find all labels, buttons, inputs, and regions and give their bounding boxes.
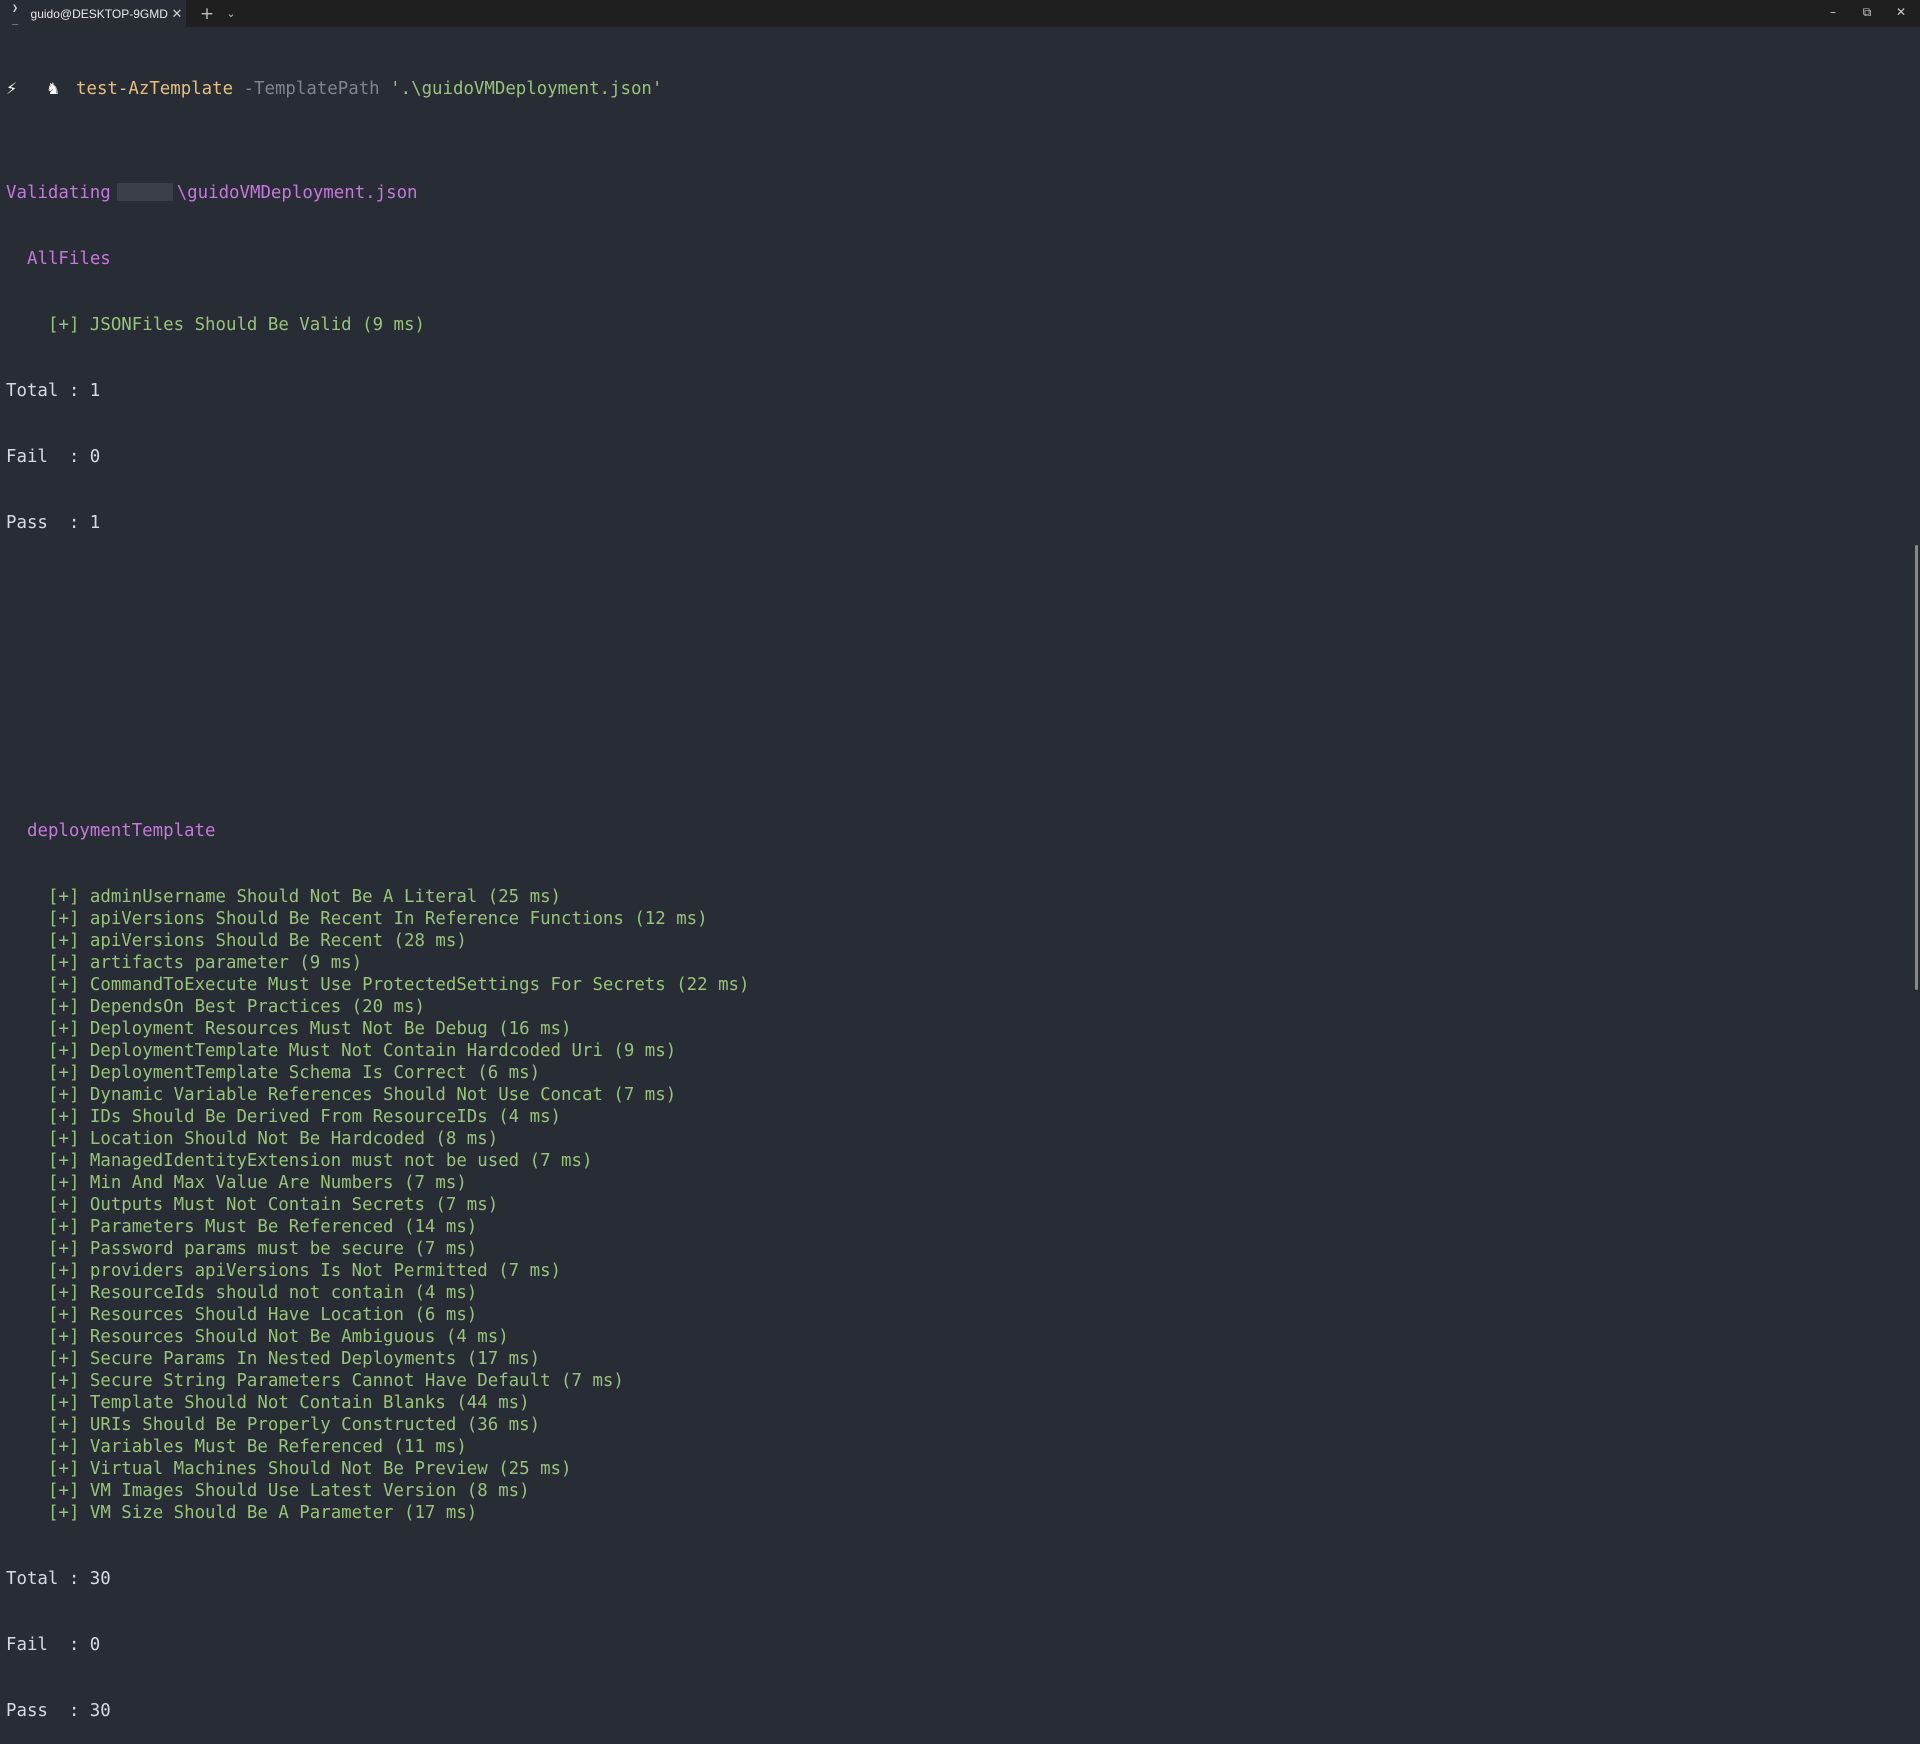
chevron-down-icon[interactable]: ⌄: [222, 3, 240, 25]
powershell-icon: ❯_: [12, 2, 19, 25]
group-deployment-template: deploymentTemplate: [27, 821, 216, 841]
validating-path: \guidoVMDeployment.json: [176, 183, 418, 203]
allfiles-pass: Pass : 1: [6, 513, 101, 533]
validating-line: Validating \guidoVMDeployment.json: [6, 182, 1906, 204]
bolt-icon: ⚡: [6, 79, 18, 98]
test-result-line: [+] adminUsername Should Not Be A Litera…: [48, 887, 562, 907]
test-result-line: [+] Location Should Not Be Hardcoded (8 …: [48, 1129, 499, 1149]
test-result-line: [+] Secure String Parameters Cannot Have…: [48, 1371, 624, 1391]
test-result-line: [+] Secure Params In Nested Deployments …: [48, 1349, 541, 1369]
new-tab-button[interactable]: +: [196, 3, 218, 25]
test-result-line: [+] IDs Should Be Derived From ResourceI…: [48, 1107, 562, 1127]
validating-label: Validating: [6, 183, 111, 203]
command-text: test-AzTemplate: [76, 79, 234, 99]
test-result-line: [+] Resources Should Not Be Ambiguous (4…: [48, 1327, 509, 1347]
allfiles-fail: Fail : 0: [6, 447, 101, 467]
tab-close-icon[interactable]: ✕: [168, 6, 186, 22]
allfiles-total: Total : 1: [6, 381, 101, 401]
test-result-line: [+] Password params must be secure (7 ms…: [48, 1239, 478, 1259]
deployment-total: Total : 30: [6, 1569, 111, 1589]
test-result-line: [+] Virtual Machines Should Not Be Previ…: [48, 1459, 572, 1479]
test-result-line: [+] ManagedIdentityExtension must not be…: [48, 1151, 593, 1171]
test-result-line: [+] apiVersions Should Be Recent (28 ms): [48, 931, 467, 951]
test-result-line: [+] providers apiVersions Is Not Permitt…: [48, 1261, 562, 1281]
test-result-line: [+] Template Should Not Contain Blanks (…: [48, 1393, 530, 1413]
tab-title: guido@DESKTOP-9GMD: [30, 6, 168, 21]
test-result-line: [+] Deployment Resources Must Not Be Deb…: [48, 1019, 572, 1039]
terminal-tab[interactable]: ❯_ guido@DESKTOP-9GMD ✕: [0, 0, 186, 27]
test-result-line: [+] DeploymentTemplate Must Not Contain …: [48, 1041, 677, 1061]
test-result-line: [+] VM Size Should Be A Parameter (17 ms…: [48, 1503, 478, 1523]
close-window-button[interactable]: ✕: [1884, 0, 1918, 27]
test-result-line: [+] CommandToExecute Must Use ProtectedS…: [48, 975, 750, 995]
test-result-line: [+] Dynamic Variable References Should N…: [48, 1085, 677, 1105]
parameter-text: -TemplatePath: [243, 79, 380, 99]
test-result-line: [+] DependsOn Best Practices (20 ms): [48, 997, 425, 1017]
parameter-value: '.\guidoVMDeployment.json': [390, 79, 663, 99]
test-result-line: [+] ResourceIds should not contain (4 ms…: [48, 1283, 478, 1303]
test-result-line: [+] Variables Must Be Referenced (11 ms): [48, 1437, 467, 1457]
group-allfiles: AllFiles: [27, 249, 111, 269]
scrollbar[interactable]: [1915, 545, 1918, 990]
test-result-line: [+] DeploymentTemplate Schema Is Correct…: [48, 1063, 541, 1083]
deployment-test-list: [+] adminUsername Should Not Be A Litera…: [6, 886, 1906, 1524]
test-result-line: [+] apiVersions Should Be Recent In Refe…: [48, 909, 708, 929]
minimize-button[interactable]: –: [1816, 0, 1850, 27]
test-result-line: [+] Parameters Must Be Referenced (14 ms…: [48, 1217, 478, 1237]
restore-button[interactable]: ⧉: [1850, 0, 1884, 27]
prompt-line: ⚡ ♞ test-AzTemplate -TemplatePath '.\guido…: [6, 76, 1906, 102]
user-icon: ♞: [46, 79, 61, 98]
deployment-pass: Pass : 30: [6, 1701, 111, 1721]
redacted-path: [116, 183, 173, 201]
test-result-line: [+] artifacts parameter (9 ms): [48, 953, 363, 973]
terminal-output[interactable]: ⚡ ♞ test-AzTemplate -TemplatePath '.\guido…: [6, 32, 1906, 1744]
allfiles-test-list: [+] JSONFiles Should Be Valid (9 ms): [6, 314, 1906, 336]
deployment-fail: Fail : 0: [6, 1635, 101, 1655]
test-result-line: [+] Min And Max Value Are Numbers (7 ms): [48, 1173, 467, 1193]
test-result-line: [+] VM Images Should Use Latest Version …: [48, 1481, 530, 1501]
test-result-line: [+] Resources Should Have Location (6 ms…: [48, 1305, 478, 1325]
title-bar: ❯_ guido@DESKTOP-9GMD ✕ + ⌄ – ⧉ ✕: [0, 0, 1920, 27]
test-result-line: [+] URIs Should Be Properly Constructed …: [48, 1415, 541, 1435]
test-result-line: [+] Outputs Must Not Contain Secrets (7 …: [48, 1195, 499, 1215]
test-result-line: [+] JSONFiles Should Be Valid (9 ms): [48, 315, 425, 335]
